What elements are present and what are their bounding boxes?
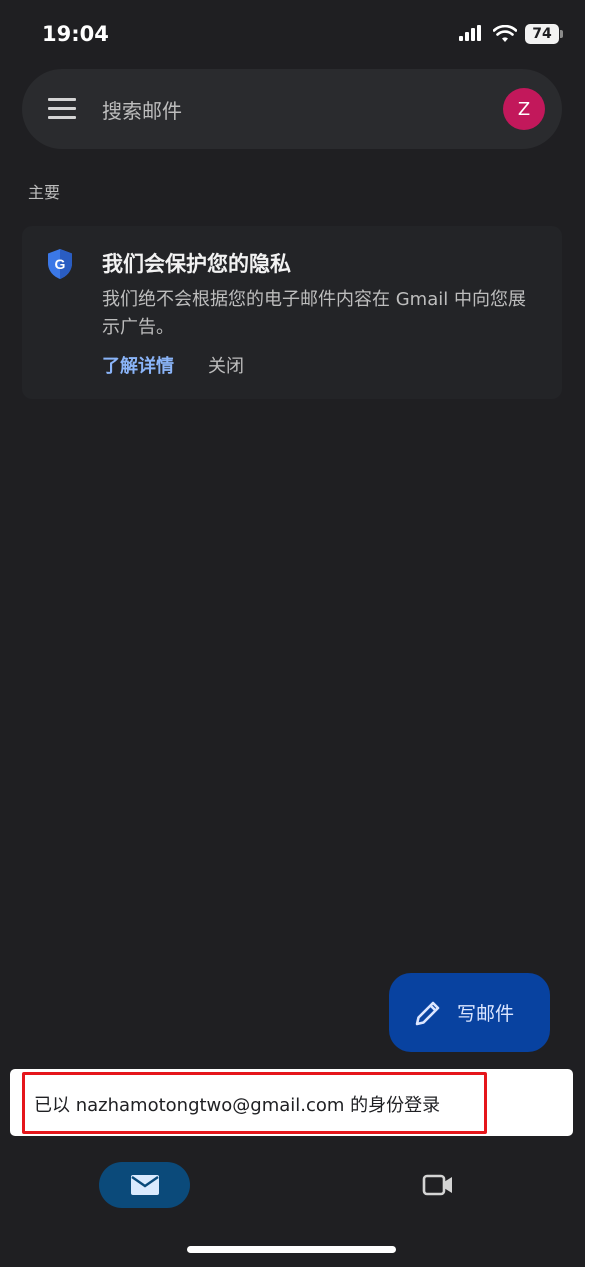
privacy-card-body: 我们绝不会根据您的电子邮件内容在 Gmail 中向您展示广告。 — [102, 289, 526, 338]
svg-text:G: G — [55, 256, 66, 272]
wifi-icon — [493, 25, 517, 42]
video-camera-icon[interactable] — [422, 1172, 454, 1198]
inbox-section-label: 主要 — [28, 183, 61, 202]
battery-icon: 74 — [525, 24, 563, 44]
close-card-button[interactable]: 关闭 — [208, 352, 244, 378]
search-input[interactable]: 搜索邮件 — [102, 95, 182, 124]
signed-in-snackbar: 已以 nazhamotongtwo@gmail.com 的身份登录 — [10, 1069, 573, 1136]
nav-mail-tab[interactable] — [99, 1162, 190, 1208]
compose-button[interactable]: 写邮件 — [389, 973, 550, 1052]
avatar-letter: Z — [517, 98, 531, 120]
pencil-icon — [415, 1001, 440, 1025]
home-indicator[interactable] — [187, 1246, 396, 1253]
privacy-card-actions: 了解详情 关闭 — [102, 352, 244, 378]
status-icons: 74 — [459, 24, 563, 44]
mail-icon — [130, 1175, 159, 1195]
hamburger-menu-icon[interactable] — [48, 98, 76, 120]
search-bar[interactable]: 搜索邮件 Z — [22, 69, 562, 149]
avatar[interactable]: Z — [503, 88, 545, 130]
signal-icon — [459, 25, 481, 41]
google-shield-icon: G — [48, 249, 72, 279]
status-time: 19:04 — [42, 22, 109, 46]
learn-more-link[interactable]: 了解详情 — [102, 352, 174, 378]
snackbar-message: 已以 nazhamotongtwo@gmail.com 的身份登录 — [34, 1095, 441, 1116]
battery-level: 74 — [532, 26, 552, 42]
privacy-card-title: 我们会保护您的隐私 — [102, 252, 291, 276]
privacy-card: G 我们会保护您的隐私 我们绝不会根据您的电子邮件内容在 Gmail 中向您展示… — [22, 226, 562, 399]
gmail-screen: 19:04 74 搜索邮件 Z 主要 G 我们会保护您的隐私 我们绝不会根据您的… — [0, 0, 585, 1267]
compose-label: 写邮件 — [457, 1003, 515, 1025]
